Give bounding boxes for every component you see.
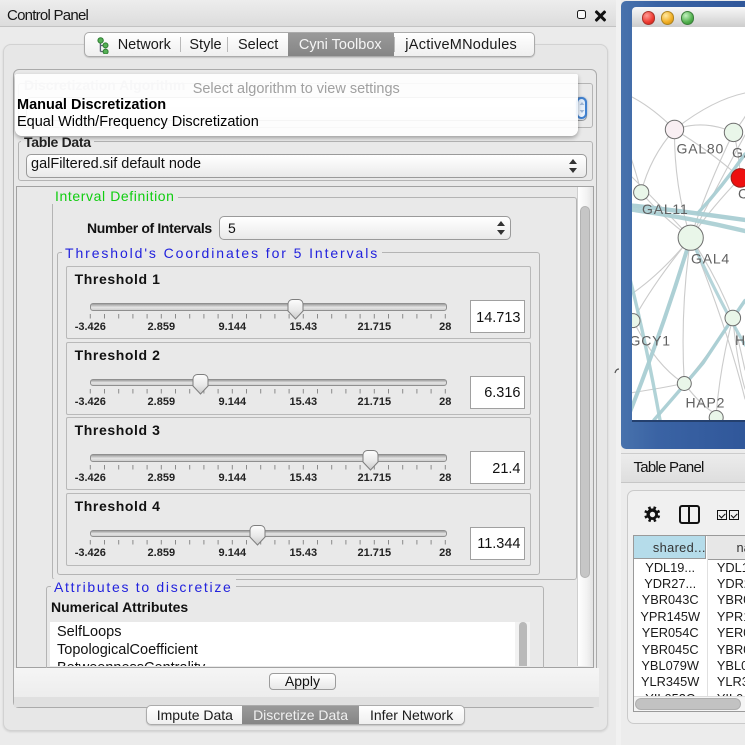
svg-text:GA: GA bbox=[732, 145, 745, 161]
svg-text:GAL4: GAL4 bbox=[691, 251, 730, 267]
svg-text:CA: CA bbox=[738, 186, 745, 202]
svg-text:HAP2: HAP2 bbox=[686, 395, 726, 411]
svg-text:HX: HX bbox=[735, 332, 745, 348]
svg-text:GCY1: GCY1 bbox=[632, 333, 671, 349]
svg-text:GAL80: GAL80 bbox=[677, 141, 725, 157]
svg-text:GAL11: GAL11 bbox=[642, 201, 689, 217]
